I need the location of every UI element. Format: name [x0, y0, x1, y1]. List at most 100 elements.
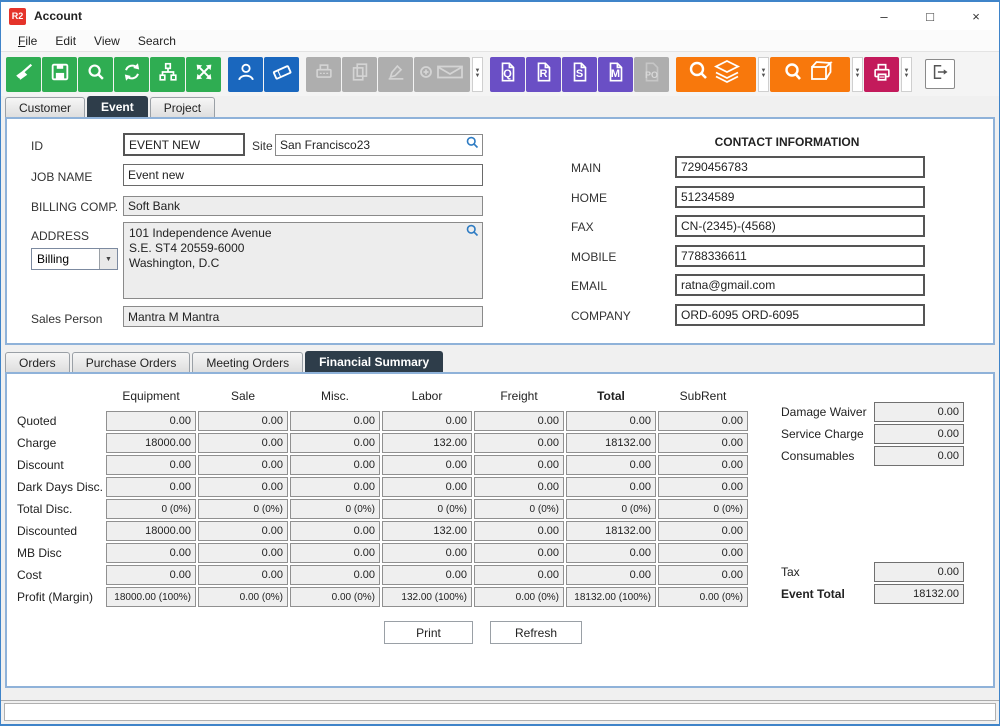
toolbar-dropdown[interactable]: ▼▼ [472, 57, 483, 92]
address-type-value: Billing [32, 252, 99, 266]
refresh-button-bottom[interactable]: Refresh [490, 621, 582, 644]
tab-financial-summary[interactable]: Financial Summary [305, 351, 443, 372]
hierarchy-button[interactable] [150, 57, 185, 92]
id-input[interactable]: EVENT NEW [123, 133, 245, 156]
financial-column-header: Equipment [105, 382, 197, 410]
fax-icon [313, 61, 335, 88]
add-mail-button [414, 57, 470, 92]
billing-comp-label: BILLING COMP. [31, 200, 118, 214]
save-icon [49, 61, 71, 88]
search-box-icon [782, 58, 838, 91]
financial-cell: 18132.00 [566, 521, 656, 541]
search-stock-button[interactable] [676, 57, 756, 92]
tab-event[interactable]: Event [87, 96, 148, 117]
financial-cell: 0.00 [474, 455, 564, 475]
email-label: EMAIL [571, 279, 607, 293]
clear-button[interactable] [6, 57, 41, 92]
site-input[interactable]: San Francisco23 [275, 134, 483, 156]
financial-cell: 0.00 [106, 477, 196, 497]
financial-cell: 0.00 [658, 411, 748, 431]
app-logo: R2 [9, 8, 26, 25]
job-name-input[interactable]: Event new [123, 164, 483, 186]
company-input[interactable]: ORD-6095 ORD-6095 [675, 304, 925, 326]
company-label: COMPANY [571, 309, 631, 323]
tab-meeting-orders[interactable]: Meeting Orders [192, 352, 303, 372]
home-input[interactable]: 51234589 [675, 186, 925, 208]
menu-view[interactable]: View [85, 32, 129, 50]
person-icon [235, 61, 257, 88]
financial-cell: 0.00 [474, 433, 564, 453]
financial-cell: 0.00 [198, 543, 288, 563]
menu-file[interactable]: File [9, 32, 46, 50]
fax-input[interactable]: CN-(2345)-(4568) [675, 215, 925, 237]
financial-column-header: SubRent [657, 382, 749, 410]
financial-cell: 0.00 [382, 565, 472, 585]
search-item-button[interactable] [770, 57, 850, 92]
home-label: HOME [571, 191, 607, 205]
financial-cell: 132.00 [382, 521, 472, 541]
address-type-select[interactable]: Billing ▼ [31, 248, 118, 270]
save-button[interactable] [42, 57, 77, 92]
financial-column-header: Sale [197, 382, 289, 410]
financial-row-label: Dark Days Disc. [9, 476, 105, 498]
menu-edit[interactable]: Edit [46, 32, 85, 50]
grid-corner [9, 382, 105, 410]
consumables-field: 0.00 [874, 446, 964, 466]
contact-info-heading: CONTACT INFORMATION [607, 135, 967, 149]
financial-cell: 0.00 [106, 543, 196, 563]
tab-project[interactable]: Project [150, 97, 215, 117]
menu-bar: File Edit View Search [1, 30, 999, 52]
financial-cell: 0.00 [290, 543, 380, 563]
address-textarea[interactable]: 101 Independence Avenue S.E. ST4 20559-6… [123, 222, 483, 299]
minimize-button[interactable]: – [861, 2, 907, 30]
quote-doc-button[interactable]: Q [490, 57, 525, 92]
financial-cell: 18132.00 (100%) [566, 587, 656, 607]
search-layers-icon [687, 58, 745, 91]
tab-orders[interactable]: Orders [5, 352, 70, 372]
exit-button[interactable] [925, 59, 955, 89]
refresh-button[interactable] [114, 57, 149, 92]
mobile-input[interactable]: 7788336611 [675, 245, 925, 267]
sale-doc-button[interactable]: S [562, 57, 597, 92]
search-button[interactable] [78, 57, 113, 92]
print-toolbar-button[interactable] [864, 57, 899, 92]
financial-cell: 0.00 [382, 477, 472, 497]
chevron-down-icon[interactable]: ▼ [99, 249, 117, 269]
financial-cell: 0.00 [658, 543, 748, 563]
sales-person-input[interactable]: Mantra M Mantra [123, 306, 483, 327]
job-name-label: JOB NAME [31, 170, 92, 184]
meeting-doc-button[interactable]: M [598, 57, 633, 92]
financial-cell: 18000.00 (100%) [106, 587, 196, 607]
fax-button [306, 57, 341, 92]
expand-button[interactable] [186, 57, 221, 92]
financial-row-label: Total Disc. [9, 498, 105, 520]
maximize-button[interactable]: □ [907, 2, 953, 30]
ticket-button[interactable] [264, 57, 299, 92]
reservation-doc-button[interactable]: R [526, 57, 561, 92]
main-input[interactable]: 7290456783 [675, 156, 925, 178]
menu-search[interactable]: Search [129, 32, 185, 50]
print-button[interactable]: Print [384, 621, 473, 644]
tab-purchase-orders[interactable]: Purchase Orders [72, 352, 191, 372]
printer-icon [871, 61, 893, 88]
event-total-field: 18132.00 [874, 584, 964, 604]
financial-row-label: MB Disc [9, 542, 105, 564]
search-item-dropdown[interactable]: ▼▼ [852, 57, 863, 92]
financial-cell: 0.00 [290, 521, 380, 541]
tax-label: Tax [781, 565, 800, 579]
financial-cell: 0.00 [474, 565, 564, 585]
email-input[interactable]: ratna@gmail.com [675, 274, 925, 296]
tab-customer[interactable]: Customer [5, 97, 85, 117]
main-label: MAIN [571, 161, 601, 175]
financial-cell: 0.00 [566, 455, 656, 475]
customer-button[interactable] [228, 57, 263, 92]
financial-cell: 18000.00 [106, 521, 196, 541]
search-stock-dropdown[interactable]: ▼▼ [758, 57, 769, 92]
billing-comp-input[interactable]: Soft Bank [123, 196, 483, 216]
close-button[interactable]: × [953, 2, 999, 30]
financial-cell: 0.00 [566, 477, 656, 497]
broom-icon [13, 61, 35, 88]
financial-cell: 0.00 [198, 411, 288, 431]
print-dropdown[interactable]: ▼▼ [901, 57, 912, 92]
financial-column-header: Freight [473, 382, 565, 410]
